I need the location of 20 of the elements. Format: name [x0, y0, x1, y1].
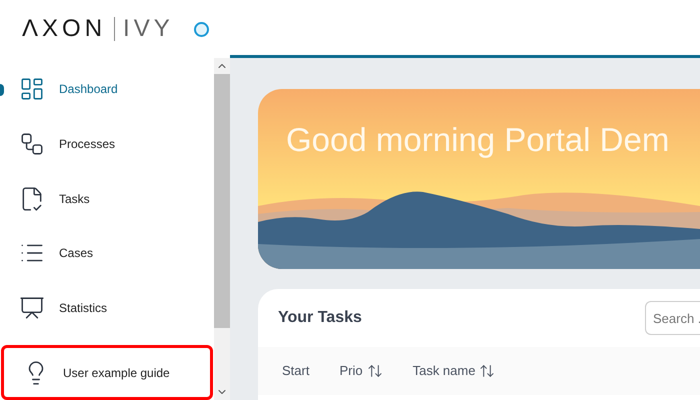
flowchart-icon: [19, 130, 45, 157]
scrollbar[interactable]: [214, 58, 230, 400]
column-header[interactable]: Prio: [339, 361, 389, 381]
search-field[interactable]: Search .: [645, 301, 700, 335]
logo-text: ΛXON: [22, 14, 106, 44]
dashboard-icon: [19, 76, 45, 102]
widget-title: Your Tasks: [278, 308, 362, 328]
logo-text: IVY: [123, 14, 174, 44]
nav-item[interactable]: Statistics: [0, 280, 214, 336]
nav-item[interactable]: Processes: [0, 116, 214, 172]
nav-item[interactable]: Cases: [0, 226, 214, 281]
column-header[interactable]: Start: [282, 361, 316, 381]
nav-item[interactable]: Tasks: [0, 171, 214, 226]
column-header[interactable]: Task name: [412, 361, 502, 381]
sort-icon[interactable]: [479, 363, 496, 379]
greeting-title: Good morning Portal Dem: [285, 120, 670, 160]
chart-board-icon: [19, 294, 45, 321]
nav-item[interactable]: User example guide: [1, 345, 213, 400]
sort-icon[interactable]: [366, 363, 383, 379]
nav-item[interactable]: Dashboard: [0, 62, 214, 117]
